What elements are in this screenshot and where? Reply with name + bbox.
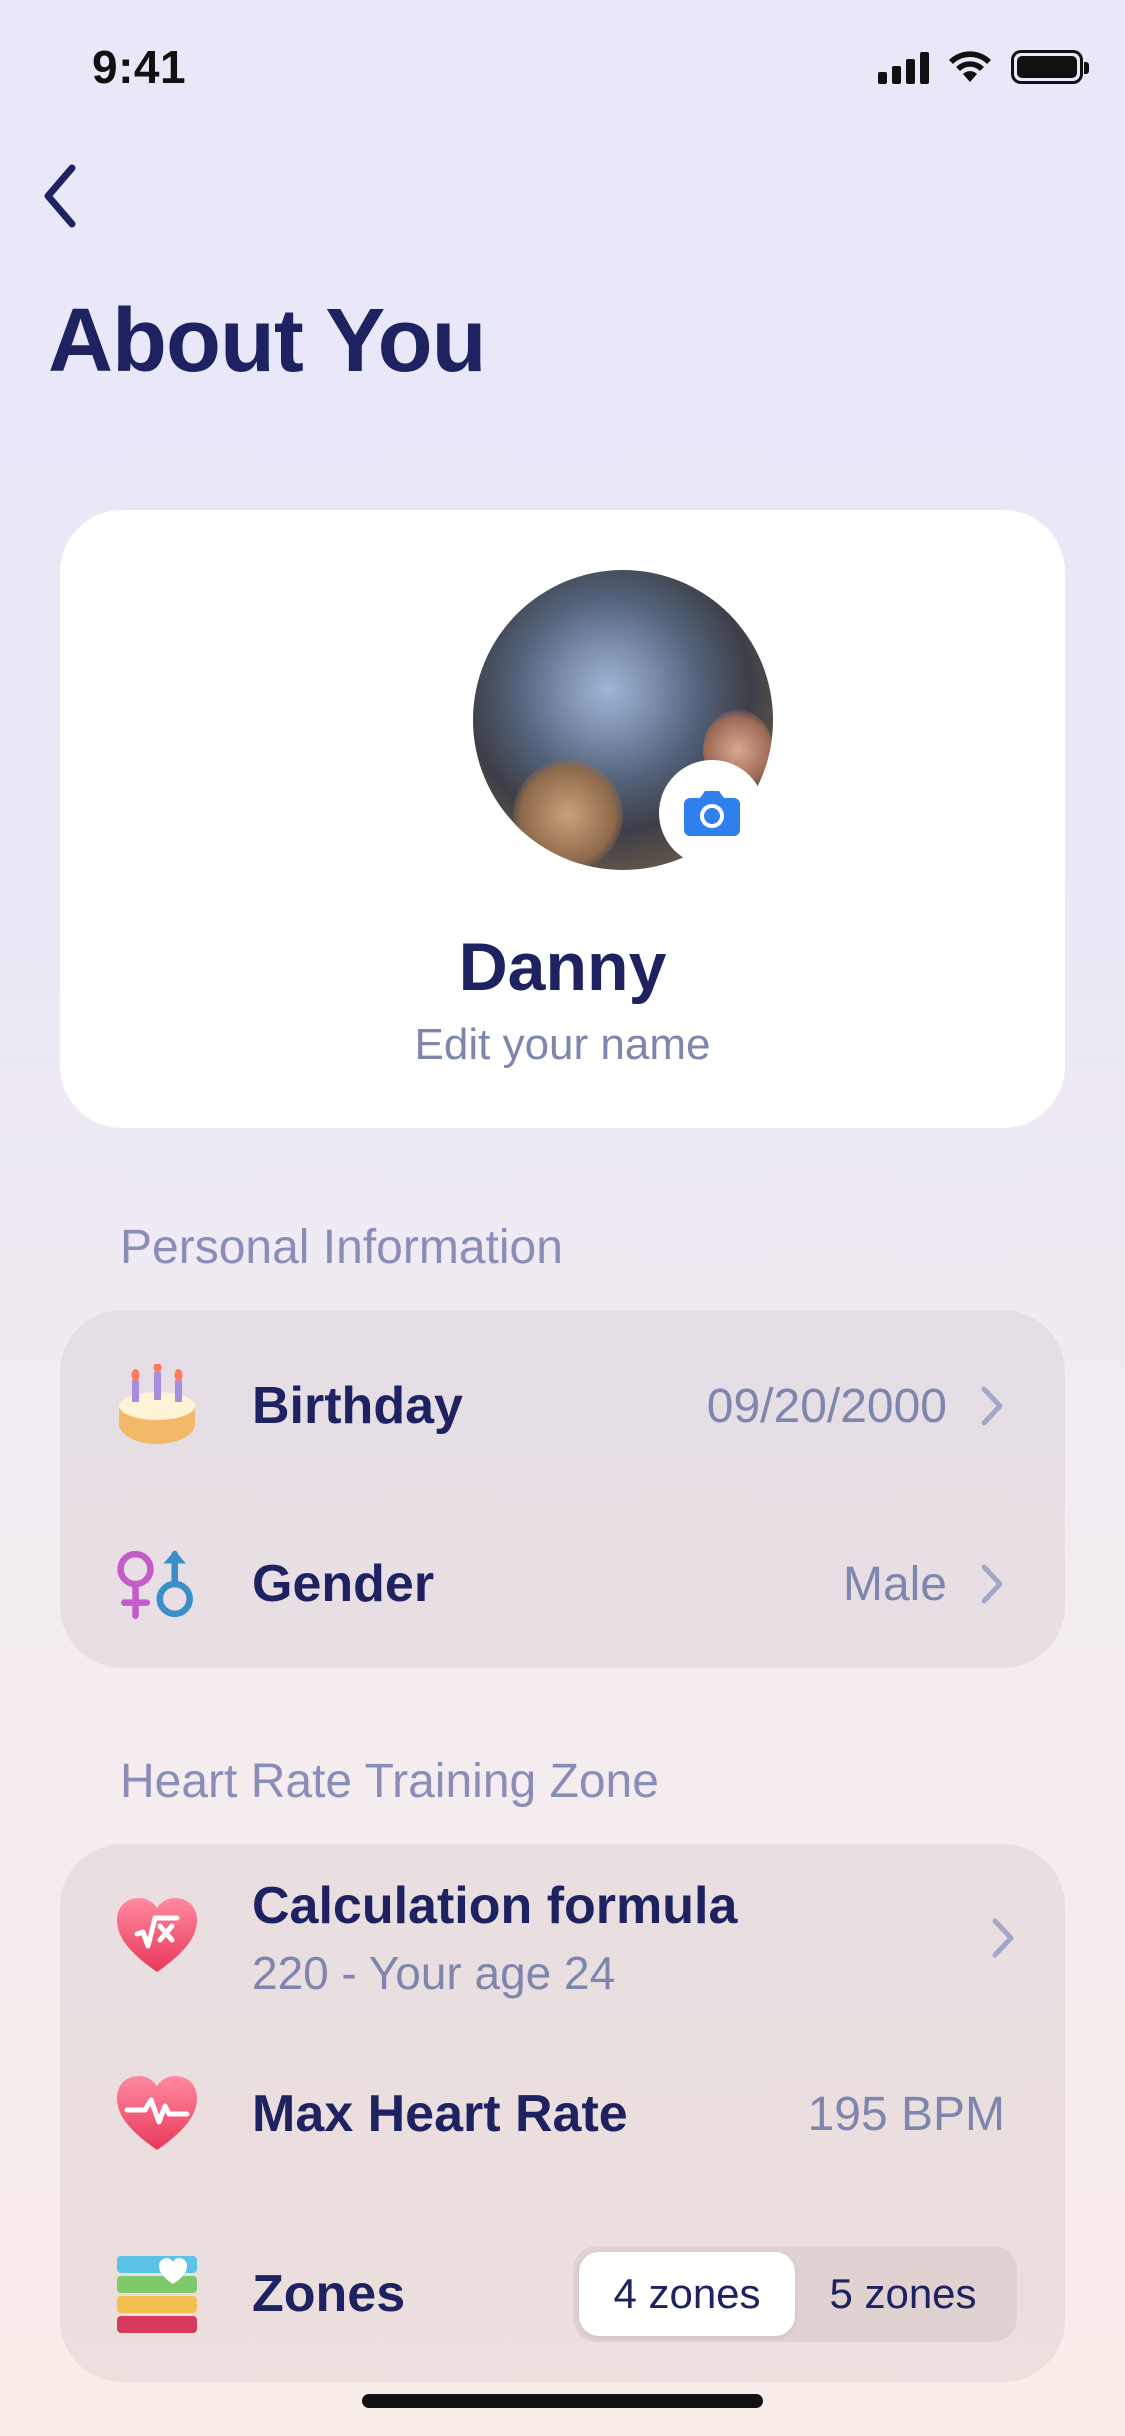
formula-sublabel: 220 - Your age 24 — [252, 1947, 616, 1999]
avatar-container — [473, 570, 773, 870]
formula-row[interactable]: Calculation formula 220 - Your age 24 — [60, 1868, 1065, 2008]
gender-value: Male — [842, 1557, 947, 1611]
segment-4-zones[interactable]: 4 zones — [579, 2252, 795, 2336]
wifi-icon — [949, 51, 991, 82]
zones-row: Zones 4 zones 5 zones — [60, 2244, 1065, 2344]
zones-icon — [115, 2252, 199, 2336]
gender-label: Gender — [252, 1555, 435, 1613]
status-bar: 9:41 — [0, 0, 1125, 140]
gender-icon — [115, 1542, 199, 1626]
change-photo-button[interactable] — [659, 760, 765, 866]
personal-info-group: Birthday 09/20/2000 Gender Male — [60, 1310, 1065, 1668]
formula-label: Calculation formula — [252, 1877, 738, 1935]
birthday-label: Birthday — [252, 1377, 463, 1435]
page-title: About You — [48, 291, 487, 391]
battery-icon — [1011, 50, 1089, 84]
birthday-value: 09/20/2000 — [706, 1379, 947, 1433]
chevron-right-icon — [974, 1381, 1010, 1431]
zones-segmented-control[interactable]: 4 zones 5 zones — [573, 2246, 1017, 2342]
zones-label: Zones — [252, 2265, 406, 2323]
chevron-right-icon — [985, 1913, 1021, 1963]
cellular-signal-icon — [878, 50, 929, 84]
birthday-row[interactable]: Birthday 09/20/2000 — [60, 1358, 1065, 1454]
segment-5-zones[interactable]: 5 zones — [795, 2252, 1011, 2336]
chevron-right-icon — [974, 1559, 1010, 1609]
max-heart-rate-value: 195 BPM — [807, 2087, 1005, 2141]
camera-icon — [684, 791, 740, 836]
section-title-heart-rate: Heart Rate Training Zone — [120, 1755, 659, 1808]
heart-formula-icon — [115, 1894, 199, 1978]
status-time: 9:41 — [92, 41, 187, 93]
gender-row[interactable]: Gender Male — [60, 1536, 1065, 1632]
edit-name-link[interactable]: Edit your name — [60, 1020, 1065, 1070]
status-icons — [878, 50, 1089, 84]
heart-rate-group: Calculation formula 220 - Your age 24 Ma… — [60, 1844, 1065, 2382]
section-title-personal: Personal Information — [120, 1221, 563, 1274]
max-heart-rate-row: Max Heart Rate 195 BPM — [60, 2064, 1065, 2164]
birthday-cake-icon — [115, 1364, 199, 1448]
home-indicator[interactable] — [362, 2394, 763, 2408]
profile-card: Danny Edit your name — [60, 510, 1065, 1128]
back-button[interactable] — [30, 158, 90, 234]
profile-name: Danny — [458, 929, 667, 1005]
max-heart-rate-label: Max Heart Rate — [252, 2085, 628, 2143]
heart-pulse-icon — [115, 2072, 199, 2156]
chevron-left-icon — [44, 164, 76, 228]
